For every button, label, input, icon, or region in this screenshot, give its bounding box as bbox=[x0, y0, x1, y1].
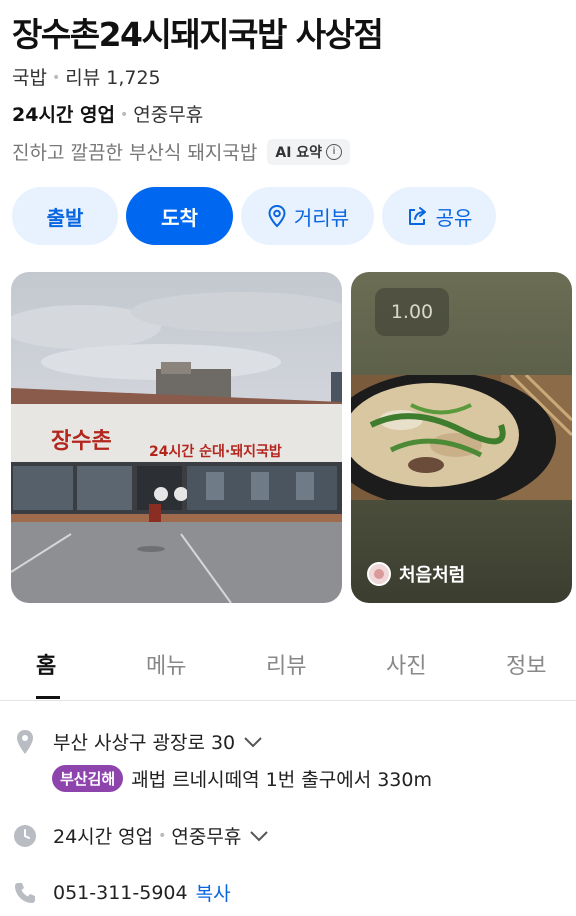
tab-menu[interactable]: 메뉴 bbox=[146, 648, 186, 680]
tab-info[interactable]: 정보 bbox=[506, 648, 546, 680]
review-count-link[interactable]: 리뷰 1,725 bbox=[65, 67, 160, 89]
phone-row: 051-311-5904 복사 bbox=[12, 879, 231, 906]
address-text: 부산 사상구 광장로 30 bbox=[53, 732, 236, 754]
food-photo[interactable]: 1.00 처음처럼 bbox=[351, 272, 572, 603]
copy-phone-button[interactable]: 복사 bbox=[196, 879, 231, 906]
subway-directions: 부산김해 괘법 르네시떼역 1번 출구에서 330m bbox=[52, 765, 432, 792]
holiday-label: 연중무휴 bbox=[133, 104, 204, 126]
depart-label: 출발 bbox=[46, 205, 84, 230]
tab-photos[interactable]: 사진 bbox=[386, 648, 426, 680]
separator-dot: • bbox=[51, 70, 61, 86]
info-icon: i bbox=[326, 143, 343, 160]
tab-reviews[interactable]: 리뷰 bbox=[266, 648, 306, 680]
arrive-label: 도착 bbox=[161, 205, 198, 230]
store-sign-sub: 24시간 순대·돼지국밥 bbox=[149, 443, 282, 460]
hours-text: 24시간 영업 bbox=[53, 826, 154, 848]
author-avatar bbox=[367, 562, 391, 586]
address-row[interactable]: 부산 사상구 광장로 30 bbox=[12, 728, 263, 755]
subway-line-badge: 부산김해 bbox=[52, 765, 124, 792]
photo-author: 처음처럼 bbox=[367, 561, 465, 587]
store-sign-main: 장수촌 bbox=[51, 429, 112, 454]
separator-dot: • bbox=[158, 827, 167, 844]
ai-summary-badge[interactable]: AI 요약 i bbox=[267, 138, 351, 165]
zoom-level-badge: 1.00 bbox=[375, 288, 449, 336]
share-label: 공유 bbox=[435, 205, 473, 230]
clock-icon bbox=[12, 824, 38, 848]
action-buttons: 출발 도착 거리뷰 공유 bbox=[12, 187, 496, 245]
depart-button[interactable]: 출발 bbox=[12, 187, 118, 245]
storefront-image: 장수촌 24시간 순대·돼지국밥 bbox=[11, 272, 342, 603]
streetview-button[interactable]: 거리뷰 bbox=[241, 187, 374, 245]
author-name: 처음처럼 bbox=[399, 565, 466, 586]
chevron-down-icon bbox=[249, 825, 269, 847]
map-pin-icon bbox=[12, 729, 38, 755]
place-title: 장수촌24시돼지국밥 사상점 bbox=[12, 15, 384, 54]
tab-home[interactable]: 홈 bbox=[36, 648, 56, 680]
arrive-button[interactable]: 도착 bbox=[126, 187, 233, 245]
phone-icon bbox=[12, 881, 38, 905]
phone-number[interactable]: 051-311-5904 bbox=[53, 882, 188, 904]
streetview-label: 거리뷰 bbox=[293, 205, 350, 230]
hours-status: 24시간 영업 bbox=[12, 104, 115, 126]
tab-bar: 홈 메뉴 리뷰 사진 정보 bbox=[0, 630, 576, 701]
location-pin-icon bbox=[266, 204, 288, 228]
ai-badge-label: AI 요약 bbox=[275, 144, 323, 161]
ai-summary: 진하고 깔끔한 부산식 돼지국밥 AI 요약 i bbox=[12, 138, 351, 165]
subway-text: 괘법 르네시떼역 1번 출구에서 330m bbox=[131, 769, 432, 791]
hours-meta: 24시간 영업 • 연중무휴 bbox=[12, 100, 203, 127]
active-tab-indicator bbox=[36, 696, 60, 699]
category-label: 국밥 bbox=[12, 67, 47, 89]
holiday-text: 연중무휴 bbox=[171, 826, 242, 848]
food-image bbox=[351, 375, 572, 500]
place-meta: 국밥 • 리뷰 1,725 bbox=[12, 63, 161, 90]
storefront-photo[interactable]: 장수촌 24시간 순대·돼지국밥 bbox=[11, 272, 342, 603]
hours-row[interactable]: 24시간 영업 • 연중무휴 bbox=[12, 822, 269, 849]
separator-dot: • bbox=[119, 107, 129, 123]
share-icon bbox=[406, 205, 430, 227]
chevron-down-icon bbox=[243, 731, 263, 753]
summary-text: 진하고 깔끔한 부산식 돼지국밥 bbox=[12, 142, 258, 164]
share-button[interactable]: 공유 bbox=[382, 187, 496, 245]
